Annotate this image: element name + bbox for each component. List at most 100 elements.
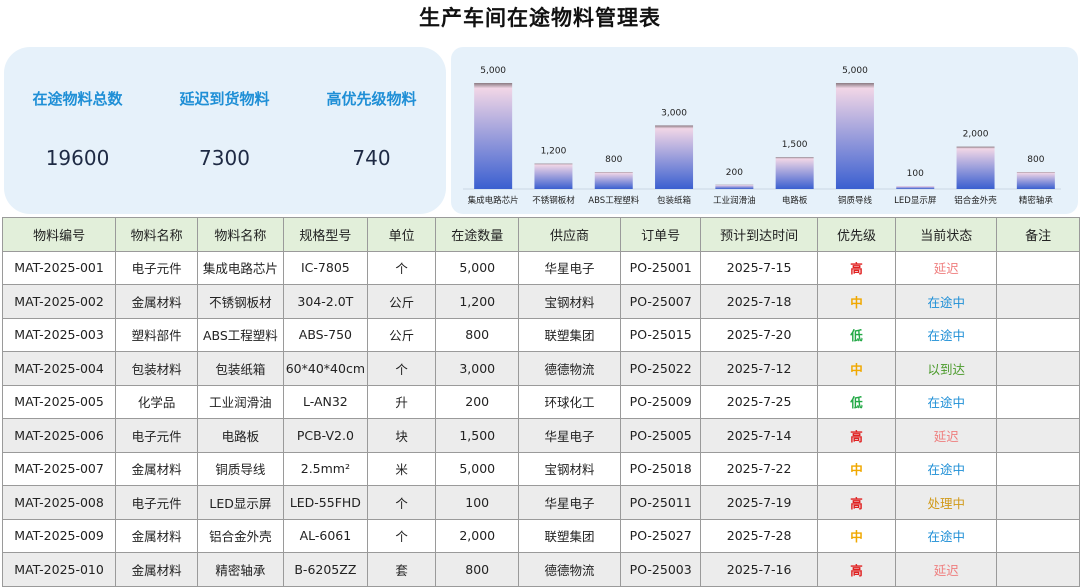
material-id-cell[interactable]: MAT-2025-005 [1,384,117,419]
category-cell[interactable]: 电子元件 [115,418,198,453]
spec-cell[interactable]: ABS-750 [282,317,369,352]
eta-cell[interactable]: 2025-7-16 [700,552,818,587]
status-cell[interactable]: 在途中 [895,518,998,553]
supplier-cell[interactable]: 华星电子 [518,250,621,285]
material-id-cell[interactable]: MAT-2025-009 [1,518,117,553]
unit-cell[interactable]: 个 [367,250,437,285]
order-number-cell[interactable]: PO-25022 [619,351,702,386]
quantity-cell[interactable]: 3,000 [435,351,520,386]
order-number-cell[interactable]: PO-25001 [619,250,702,285]
supplier-cell[interactable]: 德德物流 [518,552,621,587]
spec-cell[interactable]: 304-2.0T [282,284,369,319]
material-name-cell[interactable]: 铜质导线 [197,451,284,486]
column-header[interactable]: 规格型号 [282,217,369,252]
category-cell[interactable]: 包装材料 [115,351,198,386]
category-cell[interactable]: 金属材料 [115,284,198,319]
material-id-cell[interactable]: MAT-2025-003 [1,317,117,352]
table-row[interactable]: MAT-2025-001 电子元件 集成电路芯片 IC-7805 个 5,000 华星电子 P… [1,250,1080,285]
category-cell[interactable]: 金属材料 [115,552,198,587]
eta-cell[interactable]: 2025-7-15 [700,250,818,285]
spec-cell[interactable]: 60*40*40cm [282,351,369,386]
priority-cell[interactable]: 低 [816,384,897,419]
priority-cell[interactable]: 高 [816,250,897,285]
unit-cell[interactable]: 套 [367,552,437,587]
note-cell[interactable] [996,351,1080,386]
supplier-cell[interactable]: 华星电子 [518,485,621,520]
table-row[interactable]: MAT-2025-009 金属材料 铝合金外壳 AL-6061 个 2,000 联塑集团 PO… [1,518,1080,553]
column-header[interactable]: 物料名称 [197,217,284,252]
unit-cell[interactable]: 个 [367,518,437,553]
priority-cell[interactable]: 中 [816,451,897,486]
eta-cell[interactable]: 2025-7-22 [700,451,818,486]
supplier-cell[interactable]: 德德物流 [518,351,621,386]
priority-cell[interactable]: 中 [816,351,897,386]
order-number-cell[interactable]: PO-25005 [619,418,702,453]
unit-cell[interactable]: 升 [367,384,437,419]
column-header[interactable]: 备注 [996,217,1080,252]
column-header[interactable]: 预计到达时间 [700,217,818,252]
status-cell[interactable]: 在途中 [895,317,998,352]
column-header[interactable]: 供应商 [518,217,621,252]
eta-cell[interactable]: 2025-7-18 [700,284,818,319]
supplier-cell[interactable]: 联塑集团 [518,317,621,352]
quantity-cell[interactable]: 100 [435,485,520,520]
material-name-cell[interactable]: 电路板 [197,418,284,453]
quantity-cell[interactable]: 5,000 [435,250,520,285]
column-header[interactable]: 单位 [367,217,437,252]
supplier-cell[interactable]: 环球化工 [518,384,621,419]
column-header[interactable]: 物料名称 [115,217,198,252]
category-cell[interactable]: 化学品 [115,384,198,419]
material-id-cell[interactable]: MAT-2025-008 [1,485,117,520]
note-cell[interactable] [996,250,1080,285]
quantity-cell[interactable]: 1,200 [435,284,520,319]
eta-cell[interactable]: 2025-7-28 [700,518,818,553]
note-cell[interactable] [996,418,1080,453]
supplier-cell[interactable]: 华星电子 [518,418,621,453]
table-row[interactable]: MAT-2025-006 电子元件 电路板 PCB-V2.0 块 1,500 华星电子 PO-… [1,418,1080,453]
supplier-cell[interactable]: 宝钢材料 [518,284,621,319]
unit-cell[interactable]: 米 [367,451,437,486]
note-cell[interactable] [996,317,1080,352]
order-number-cell[interactable]: PO-25011 [619,485,702,520]
material-id-cell[interactable]: MAT-2025-004 [1,351,117,386]
spec-cell[interactable]: L-AN32 [282,384,369,419]
column-header[interactable]: 当前状态 [895,217,998,252]
column-header[interactable]: 物料编号 [1,217,117,252]
eta-cell[interactable]: 2025-7-19 [700,485,818,520]
unit-cell[interactable]: 块 [367,418,437,453]
priority-cell[interactable]: 低 [816,317,897,352]
priority-cell[interactable]: 高 [816,485,897,520]
status-cell[interactable]: 处理中 [895,485,998,520]
material-id-cell[interactable]: MAT-2025-002 [1,284,117,319]
eta-cell[interactable]: 2025-7-14 [700,418,818,453]
order-number-cell[interactable]: PO-25009 [619,384,702,419]
status-cell[interactable]: 在途中 [895,384,998,419]
status-cell[interactable]: 延迟 [895,250,998,285]
note-cell[interactable] [996,451,1080,486]
note-cell[interactable] [996,552,1080,587]
material-name-cell[interactable]: 精密轴承 [197,552,284,587]
material-name-cell[interactable]: 包装纸箱 [197,351,284,386]
table-row[interactable]: MAT-2025-002 金属材料 不锈钢板材 304-2.0T 公斤 1,200 宝钢材料… [1,284,1080,319]
table-row[interactable]: MAT-2025-003 塑料部件 ABS工程塑料 ABS-750 公斤 800 联塑集团 P… [1,317,1080,352]
category-cell[interactable]: 金属材料 [115,451,198,486]
material-id-cell[interactable]: MAT-2025-007 [1,451,117,486]
material-name-cell[interactable]: 工业润滑油 [197,384,284,419]
eta-cell[interactable]: 2025-7-20 [700,317,818,352]
order-number-cell[interactable]: PO-25003 [619,552,702,587]
unit-cell[interactable]: 公斤 [367,284,437,319]
order-number-cell[interactable]: PO-25027 [619,518,702,553]
note-cell[interactable] [996,485,1080,520]
material-name-cell[interactable]: 铝合金外壳 [197,518,284,553]
eta-cell[interactable]: 2025-7-25 [700,384,818,419]
spec-cell[interactable]: 2.5mm² [282,451,369,486]
table-row[interactable]: MAT-2025-007 金属材料 铜质导线 2.5mm² 米 5,000 宝钢材料 PO-2… [1,451,1080,486]
unit-cell[interactable]: 个 [367,485,437,520]
priority-cell[interactable]: 高 [816,552,897,587]
order-number-cell[interactable]: PO-25007 [619,284,702,319]
quantity-cell[interactable]: 800 [435,317,520,352]
supplier-cell[interactable]: 宝钢材料 [518,451,621,486]
status-cell[interactable]: 在途中 [895,284,998,319]
eta-cell[interactable]: 2025-7-12 [700,351,818,386]
unit-cell[interactable]: 公斤 [367,317,437,352]
